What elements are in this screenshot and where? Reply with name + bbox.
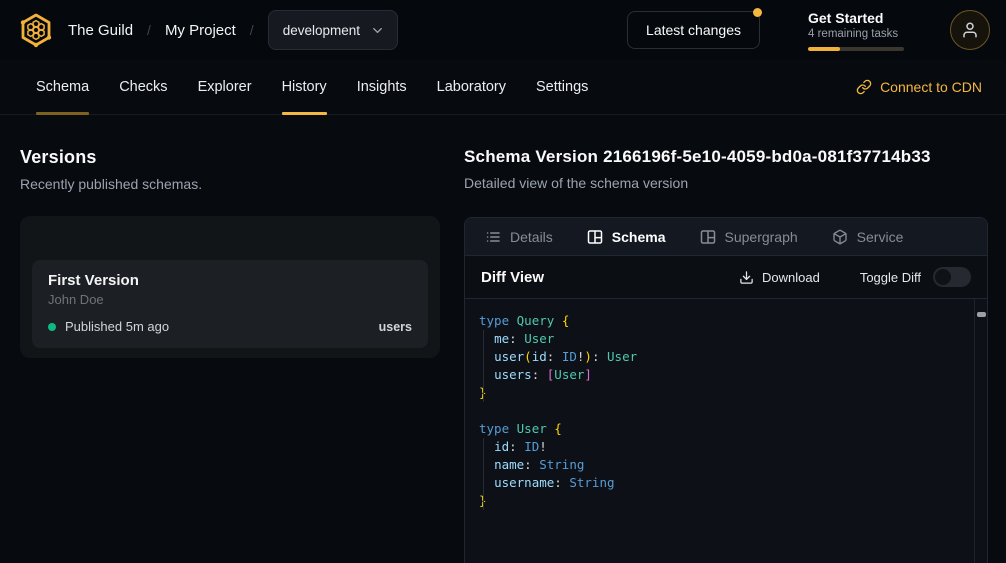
indent-guide [483,330,484,402]
active-tab-indicator [282,112,327,115]
code-line: username: String [479,474,967,492]
detail-tab-label: Schema [612,229,666,245]
connect-to-cdn-label: Connect to CDN [880,79,982,95]
detail-tab-service[interactable]: Service [832,229,904,245]
get-started-title: Get Started [808,10,904,26]
detail-tab-supergraph[interactable]: Supergraph [700,229,798,245]
code-line: user(id: ID!): User [479,348,967,366]
code-line: type User { [479,420,967,438]
breadcrumb-separator: / [147,22,151,38]
environment-selector-value: development [283,23,360,38]
detail-tab-details[interactable]: Details [485,229,553,245]
breadcrumb-project[interactable]: My Project [165,22,236,39]
download-label: Download [762,270,820,285]
code-line: } [479,384,967,402]
hive-logo-icon[interactable] [16,10,56,50]
download-icon [739,270,754,285]
nav-tab-checks[interactable]: Checks [119,60,167,114]
latest-changes-button[interactable]: Latest changes [627,11,760,49]
top-header: The Guild / My Project / development Lat… [0,0,1006,60]
detail-tab-label: Supergraph [725,229,798,245]
code-line [479,402,967,420]
schema-code-block: type Query { me: User user(id: ID!): Use… [465,299,987,563]
toggle-diff-knob [935,269,951,285]
nav-tab-history[interactable]: History [282,60,327,114]
version-detail-panel: Schema Version 2166196f-5e10-4059-bd0a-0… [464,115,1006,563]
user-icon [961,21,979,39]
toggle-diff-switch[interactable] [933,267,971,287]
code-line: } [479,492,967,510]
latest-changes-label: Latest changes [646,22,741,38]
nav-tab-settings[interactable]: Settings [536,60,588,114]
version-detail-tabs: Details Schema Supergraph Service [465,218,987,256]
toggle-diff-label: Toggle Diff [860,270,921,285]
detail-tab-label: Details [510,229,553,245]
code-line: users: [User] [479,366,967,384]
version-meta-row: Published 5m ago users [48,319,412,334]
version-detail-title: Schema Version 2166196f-5e10-4059-bd0a-0… [464,147,988,167]
main-content: Versions Recently published schemas. Fir… [0,115,1006,563]
diff-view-title: Diff View [481,269,544,286]
primary-nav: Schema Checks Explorer History Insights Labor… [0,60,1006,115]
notification-dot [753,8,762,17]
get-started-progress-fill [808,47,840,51]
detail-tab-label: Service [857,229,904,245]
columns-icon [700,229,716,245]
nav-tab-insights[interactable]: Insights [357,60,407,114]
service-badge: users [379,320,412,334]
list-icon [485,229,501,245]
breadcrumb-separator: / [250,22,254,38]
code-line: me: User [479,330,967,348]
published-status-dot [48,323,56,331]
user-avatar-button[interactable] [950,10,990,50]
code-line: id: ID! [479,438,967,456]
connect-to-cdn-button[interactable]: Connect to CDN [856,60,982,114]
version-name: First Version [48,272,412,289]
nav-tab-explorer[interactable]: Explorer [198,60,252,114]
breadcrumb-org[interactable]: The Guild [68,22,133,39]
code-line: type Query { [479,312,967,330]
link-icon [856,79,872,95]
breadcrumb: The Guild / My Project / [68,22,254,39]
detail-tab-schema[interactable]: Schema [587,229,666,245]
schema-sdl-code[interactable]: type Query { me: User user(id: ID!): Use… [479,312,967,510]
code-scrollbar-thumb[interactable] [977,312,986,317]
primary-nav-tabs: Schema Checks Explorer History Insights Labor… [36,60,618,114]
versions-subtitle: Recently published schemas. [20,176,440,192]
get-started-widget[interactable]: Get Started 4 remaining tasks [808,10,904,51]
nav-tab-schema[interactable]: Schema [36,60,89,114]
code-scrollbar[interactable] [974,299,987,563]
version-author: John Doe [48,292,412,307]
version-detail-box: Details Schema Supergraph Service Diff View… [464,217,988,563]
diff-view-header: Diff View Download Toggle Diff [465,256,987,299]
environment-selector[interactable]: development [268,10,398,50]
nav-tab-laboratory[interactable]: Laboratory [437,60,506,114]
version-status: Published 5m ago [65,319,379,334]
get-started-progress-track [808,47,904,51]
columns-icon [587,229,603,245]
download-button[interactable]: Download [739,270,820,285]
version-list-item[interactable]: First Version John Doe Published 5m ago … [32,260,428,348]
chevron-down-icon [370,23,385,38]
versions-title: Versions [20,147,440,168]
code-line: name: String [479,456,967,474]
versions-panel: Versions Recently published schemas. Fir… [0,115,464,358]
version-detail-subtitle: Detailed view of the schema version [464,175,988,191]
indent-guide [483,438,484,510]
dim-tab-indicator [36,112,89,115]
get-started-subtitle: 4 remaining tasks [808,28,904,40]
versions-list-card: First Version John Doe Published 5m ago … [20,216,440,358]
box-icon [832,229,848,245]
